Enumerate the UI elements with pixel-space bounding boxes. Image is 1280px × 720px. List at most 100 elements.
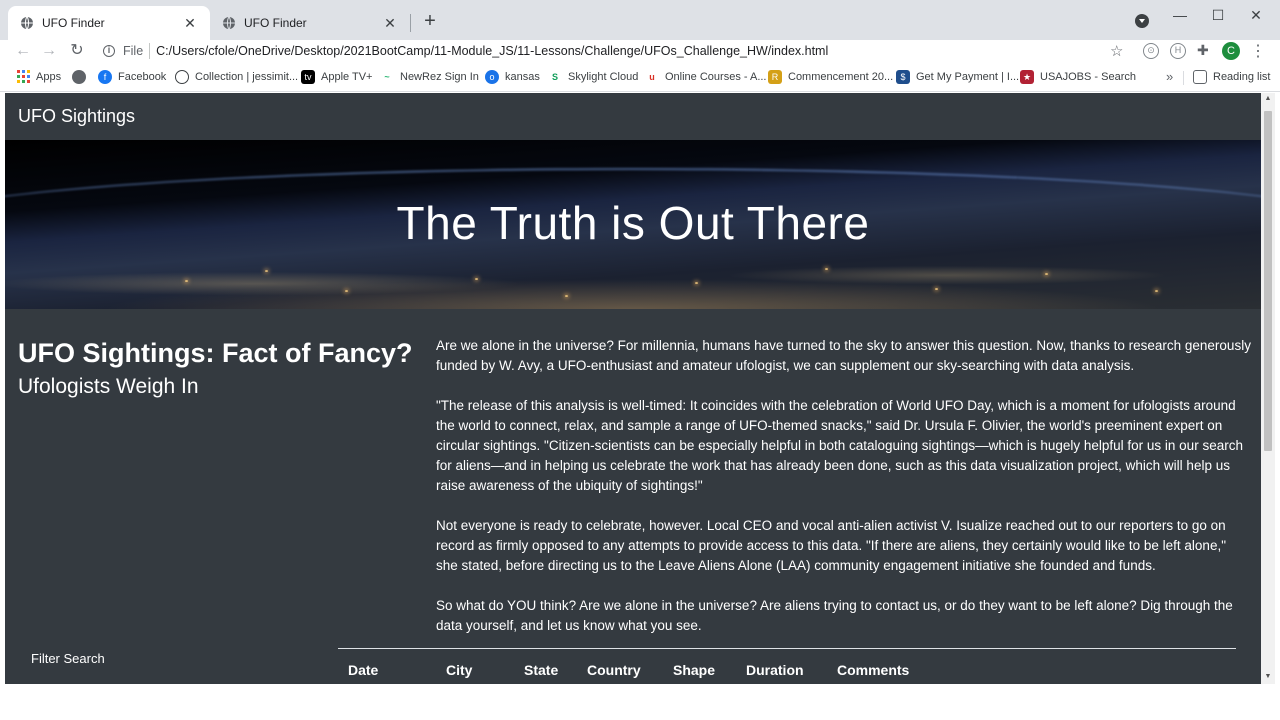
- new-tab-icon[interactable]: +: [420, 10, 440, 32]
- bookmark-label: Apple TV+: [321, 71, 373, 83]
- reading-list-button[interactable]: Reading list: [1193, 70, 1270, 84]
- bookmark-globe[interactable]: [72, 70, 92, 84]
- forward-icon[interactable]: →: [38, 40, 60, 62]
- bookmark-label: NewRez Sign In: [400, 71, 479, 83]
- city-light: [695, 282, 698, 284]
- article-body: Are we alone in the universe? For millen…: [436, 336, 1251, 656]
- bookmark-skylight[interactable]: S Skylight Cloud: [548, 70, 638, 84]
- url-text: C:/Users/cfole/OneDrive/Desktop/2021Boot…: [156, 44, 829, 58]
- window-close-icon[interactable]: ✕: [1246, 6, 1266, 24]
- bookmark-label: Skylight Cloud: [568, 71, 639, 83]
- bookmark-label: Apps: [36, 70, 62, 83]
- site-brand-link[interactable]: UFO Sightings: [18, 106, 135, 127]
- tab-search-icon[interactable]: [1135, 14, 1149, 28]
- filter-search-label: Filter Search: [31, 651, 105, 666]
- article-subheading: Ufologists Weigh In: [18, 375, 199, 398]
- omnibox-divider: [149, 43, 151, 59]
- bookmark-label: Facebook: [118, 71, 167, 83]
- bookmarks-divider: [1183, 71, 1184, 85]
- bookmark-label: Commencement 20...: [788, 71, 894, 83]
- bookmark-apps[interactable]: Apps: [17, 70, 61, 83]
- usajobs-icon: ★: [1020, 70, 1034, 84]
- tab-title: UFO Finder: [42, 16, 105, 30]
- table-header-duration: Duration: [746, 662, 804, 678]
- city-light: [185, 280, 188, 282]
- apps-grid-icon: [17, 70, 30, 83]
- table-header-date: Date: [348, 662, 379, 678]
- bookmark-online-courses[interactable]: u Online Courses - A...: [645, 70, 767, 84]
- address-bar[interactable]: i File C:/Users/cfole/OneDrive/Desktop/2…: [97, 39, 1135, 63]
- scroll-up-icon[interactable]: ▲: [1264, 95, 1272, 102]
- browser-tab-active[interactable]: UFO Finder ✕: [8, 6, 210, 40]
- table-header-country: Country: [587, 662, 641, 678]
- bookmark-label: USAJOBS - Search: [1040, 71, 1136, 83]
- commencement-icon: R: [768, 70, 782, 84]
- bookmark-commencement[interactable]: R Commencement 20...: [768, 70, 893, 84]
- newrez-icon: ~: [380, 70, 394, 84]
- bookmarks-bar: Apps f Facebook Collection | jessimit...…: [0, 64, 1280, 92]
- honey-extension-icon[interactable]: H: [1170, 43, 1186, 59]
- city-light: [1155, 290, 1158, 292]
- more-bookmarks-icon[interactable]: »: [1166, 69, 1173, 84]
- city-light: [1045, 273, 1048, 275]
- tab-strip: UFO Finder ✕ UFO Finder ✕ + — ☐ ✕: [0, 0, 1280, 40]
- browser-tab-inactive[interactable]: UFO Finder ✕: [210, 6, 410, 40]
- tab-title: UFO Finder: [244, 16, 307, 30]
- city-light: [935, 288, 938, 290]
- collection-icon: [175, 70, 189, 84]
- info-icon[interactable]: i: [103, 45, 115, 57]
- bookmark-label: kansas: [505, 71, 540, 83]
- site-navbar: UFO Sightings: [5, 93, 1261, 140]
- minimize-icon[interactable]: —: [1170, 6, 1190, 24]
- reading-list-icon: [1193, 70, 1207, 84]
- article-heading: UFO Sightings: Fact of Fancy?: [18, 338, 413, 368]
- article-paragraph: "The release of this analysis is well-ti…: [436, 398, 1243, 493]
- bookmark-newrez[interactable]: ~ NewRez Sign In: [380, 70, 479, 84]
- table-header-city: City: [446, 662, 473, 678]
- globe-icon: [72, 70, 86, 84]
- kansas-icon: o: [485, 70, 499, 84]
- profile-avatar[interactable]: C: [1222, 42, 1240, 60]
- menu-kebab-icon[interactable]: ⋮: [1250, 41, 1266, 61]
- apple-tv-icon: tv: [301, 70, 315, 84]
- page-scrollbar[interactable]: ▲ ▼: [1261, 93, 1275, 684]
- hero-banner: The Truth is Out There: [5, 140, 1261, 309]
- bookmark-collection[interactable]: Collection | jessimit...: [175, 70, 298, 84]
- article-paragraph: Are we alone in the universe? For millen…: [436, 338, 1251, 373]
- reading-list-label: Reading list: [1213, 71, 1271, 83]
- url-scheme: File: [123, 44, 144, 58]
- bookmark-facebook[interactable]: f Facebook: [98, 70, 166, 84]
- city-light: [345, 290, 348, 292]
- scrollbar-thumb[interactable]: [1264, 111, 1272, 451]
- close-tab-icon[interactable]: ✕: [182, 15, 198, 32]
- online-courses-icon: u: [645, 70, 659, 84]
- close-tab-icon[interactable]: ✕: [382, 15, 398, 32]
- bookmark-label: Online Courses - A...: [665, 71, 767, 83]
- hero-title: The Truth is Out There: [396, 197, 870, 249]
- bookmark-label: Collection | jessimit...: [195, 71, 299, 83]
- desktop-bottom-strip: [0, 684, 1280, 720]
- tab-divider: [410, 14, 411, 32]
- bookmark-label: Get My Payment | I...: [916, 71, 1020, 83]
- browser-toolbar: ← → ↻ i File C:/Users/cfole/OneDrive/Des…: [0, 40, 1280, 64]
- table-top-border: [338, 648, 1236, 649]
- page-viewport: UFO Sightings The Truth is Out There UFO…: [5, 93, 1261, 684]
- article-paragraph: Not everyone is ready to celebrate, howe…: [436, 518, 1226, 573]
- extensions-puzzle-icon[interactable]: ✚: [1197, 42, 1209, 59]
- bookmark-apple-tv[interactable]: tv Apple TV+: [301, 70, 372, 84]
- back-icon[interactable]: ←: [12, 40, 34, 62]
- payment-icon: $: [896, 70, 910, 84]
- bookmark-star-icon[interactable]: ☆: [1110, 42, 1123, 60]
- window-border: [1275, 93, 1280, 684]
- city-light: [565, 295, 568, 297]
- bookmark-usajobs[interactable]: ★ USAJOBS - Search: [1020, 70, 1136, 84]
- scroll-down-icon[interactable]: ▼: [1264, 673, 1272, 680]
- bookmark-kansas[interactable]: o kansas: [485, 70, 540, 84]
- globe-icon: [223, 16, 235, 30]
- table-header-comments: Comments: [837, 662, 910, 678]
- maximize-icon[interactable]: ☐: [1208, 6, 1228, 24]
- city-light: [475, 278, 478, 280]
- bookmark-get-my-payment[interactable]: $ Get My Payment | I...: [896, 70, 1019, 84]
- reload-icon[interactable]: ↻: [66, 40, 88, 62]
- extension-icon[interactable]: ⊙: [1143, 43, 1159, 59]
